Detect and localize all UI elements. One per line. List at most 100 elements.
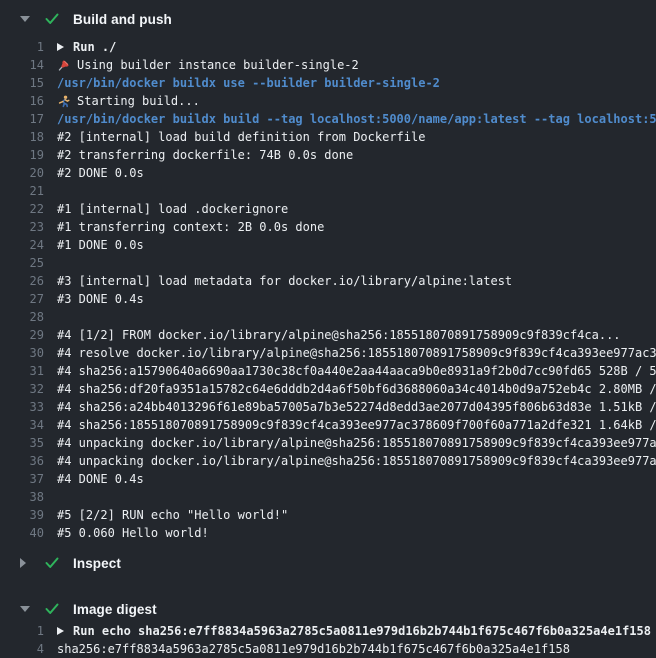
log-line: 29 #4 [1/2] FROM docker.io/library/alpin… — [0, 326, 656, 344]
line-text: #1 transferring context: 2B 0.0s done — [57, 218, 324, 236]
line-number[interactable]: 28 — [0, 308, 44, 326]
line-text: #3 DONE 0.4s — [57, 290, 144, 308]
log-line: 33 #4 sha256:a24bb4013296f61e89ba57005a7… — [0, 398, 656, 416]
line-text: #4 unpacking docker.io/library/alpine@sh… — [57, 452, 656, 470]
log-line: 27 #3 DONE 0.4s — [0, 290, 656, 308]
line-number[interactable]: 23 — [0, 218, 44, 236]
line-number[interactable]: 34 — [0, 416, 44, 434]
check-icon — [45, 13, 59, 25]
line-number[interactable]: 18 — [0, 128, 44, 146]
log-lines-image-digest: 1 Run echo sha256:e7ff8834a5963a2785c5a0… — [0, 622, 656, 658]
line-text: Run ./ — [57, 38, 116, 56]
log-line: 25 — [0, 254, 656, 272]
line-text: #2 [internal] load build definition from… — [57, 128, 425, 146]
actions-log-viewer: Build and push 1 Run ./ 14 Using builder… — [0, 0, 656, 658]
log-line: 19 #2 transferring dockerfile: 74B 0.0s … — [0, 146, 656, 164]
pushpin-icon — [57, 59, 70, 72]
section-title: Image digest — [73, 602, 157, 617]
log-line: 1 Run echo sha256:e7ff8834a5963a2785c5a0… — [0, 622, 656, 640]
line-number[interactable]: 26 — [0, 272, 44, 290]
log-line: 17 /usr/bin/docker buildx build --tag lo… — [0, 110, 656, 128]
line-number[interactable]: 19 — [0, 146, 44, 164]
log-line: 26 #3 [internal] load metadata for docke… — [0, 272, 656, 290]
line-number[interactable]: 1 — [0, 622, 44, 640]
run-expand-arrow-icon[interactable] — [57, 43, 64, 51]
log-line: 30 #4 resolve docker.io/library/alpine@s… — [0, 344, 656, 362]
line-number[interactable]: 25 — [0, 254, 44, 272]
line-number[interactable]: 17 — [0, 110, 44, 128]
check-icon — [45, 603, 59, 615]
log-line: 32 #4 sha256:df20fa9351a15782c64e6dddb2d… — [0, 380, 656, 398]
line-text: #4 DONE 0.4s — [57, 470, 144, 488]
log-line: 15 /usr/bin/docker buildx use --builder … — [0, 74, 656, 92]
line-number[interactable]: 35 — [0, 434, 44, 452]
line-number[interactable]: 21 — [0, 182, 44, 200]
line-number[interactable]: 39 — [0, 506, 44, 524]
line-number[interactable]: 24 — [0, 236, 44, 254]
log-line: 28 — [0, 308, 656, 326]
line-text: #4 resolve docker.io/library/alpine@sha2… — [57, 344, 656, 362]
line-text: #2 transferring dockerfile: 74B 0.0s don… — [57, 146, 353, 164]
line-text: #2 DONE 0.0s — [57, 164, 144, 182]
log-line: 1 Run ./ — [0, 38, 656, 56]
line-text: Starting build... — [57, 92, 200, 110]
log-line: 22 #1 [internal] load .dockerignore — [0, 200, 656, 218]
line-text: #4 sha256:185518070891758909c9f839cf4ca3… — [57, 416, 656, 434]
line-number[interactable]: 32 — [0, 380, 44, 398]
line-number[interactable]: 36 — [0, 452, 44, 470]
line-number[interactable]: 38 — [0, 488, 44, 506]
line-text: #4 [1/2] FROM docker.io/library/alpine@s… — [57, 326, 621, 344]
line-text: #4 unpacking docker.io/library/alpine@sh… — [57, 434, 656, 452]
log-line: 38 — [0, 488, 656, 506]
log-line: 39 #5 [2/2] RUN echo "Hello world!" — [0, 506, 656, 524]
line-text: #4 sha256:df20fa9351a15782c64e6dddb2d4a6… — [57, 380, 656, 398]
line-number[interactable]: 27 — [0, 290, 44, 308]
line-text: /usr/bin/docker buildx build --tag local… — [57, 110, 656, 128]
section-image-digest[interactable]: Image digest — [0, 600, 656, 618]
check-icon — [45, 557, 59, 569]
line-number[interactable]: 31 — [0, 362, 44, 380]
log-lines-build-and-push: 1 Run ./ 14 Using builder instance build… — [0, 38, 656, 542]
line-number[interactable]: 16 — [0, 92, 44, 110]
log-line: 35 #4 unpacking docker.io/library/alpine… — [0, 434, 656, 452]
line-text: Run echo sha256:e7ff8834a5963a2785c5a081… — [57, 622, 651, 640]
line-number[interactable]: 1 — [0, 38, 44, 56]
line-text: sha256:e7ff8834a5963a2785c5a0811e979d16b… — [57, 640, 570, 658]
line-number[interactable]: 37 — [0, 470, 44, 488]
log-line: 23 #1 transferring context: 2B 0.0s done — [0, 218, 656, 236]
line-text: Using builder instance builder-single-2 — [57, 56, 359, 74]
line-number[interactable]: 40 — [0, 524, 44, 542]
line-text: /usr/bin/docker buildx use --builder bui… — [57, 74, 440, 92]
line-text: #5 0.060 Hello world! — [57, 524, 209, 542]
line-text: #4 sha256:a24bb4013296f61e89ba57005a7b3e… — [57, 398, 656, 416]
line-number[interactable]: 4 — [0, 640, 44, 658]
section-title: Inspect — [73, 556, 121, 571]
section-title: Build and push — [73, 12, 172, 27]
chevron-down-icon[interactable] — [20, 16, 30, 22]
log-line: 14 Using builder instance builder-single… — [0, 56, 656, 74]
log-line: 16 Starting build... — [0, 92, 656, 110]
log-line: 20 #2 DONE 0.0s — [0, 164, 656, 182]
log-line: 34 #4 sha256:185518070891758909c9f839cf4… — [0, 416, 656, 434]
line-text: #1 DONE 0.0s — [57, 236, 144, 254]
log-line: 18 #2 [internal] load build definition f… — [0, 128, 656, 146]
line-text: #3 [internal] load metadata for docker.i… — [57, 272, 512, 290]
chevron-right-icon[interactable] — [20, 558, 26, 568]
line-text: #5 [2/2] RUN echo "Hello world!" — [57, 506, 288, 524]
line-number[interactable]: 30 — [0, 344, 44, 362]
runner-icon — [57, 95, 70, 108]
section-inspect[interactable]: Inspect — [0, 554, 656, 572]
line-number[interactable]: 14 — [0, 56, 44, 74]
line-number[interactable]: 29 — [0, 326, 44, 344]
log-line: 36 #4 unpacking docker.io/library/alpine… — [0, 452, 656, 470]
log-line: 40 #5 0.060 Hello world! — [0, 524, 656, 542]
line-number[interactable]: 33 — [0, 398, 44, 416]
log-line: 37 #4 DONE 0.4s — [0, 470, 656, 488]
log-line: 31 #4 sha256:a15790640a6690aa1730c38cf0a… — [0, 362, 656, 380]
line-number[interactable]: 20 — [0, 164, 44, 182]
section-build-and-push[interactable]: Build and push — [0, 10, 656, 28]
line-number[interactable]: 22 — [0, 200, 44, 218]
run-expand-arrow-icon[interactable] — [57, 627, 64, 635]
line-number[interactable]: 15 — [0, 74, 44, 92]
chevron-down-icon[interactable] — [20, 606, 30, 612]
